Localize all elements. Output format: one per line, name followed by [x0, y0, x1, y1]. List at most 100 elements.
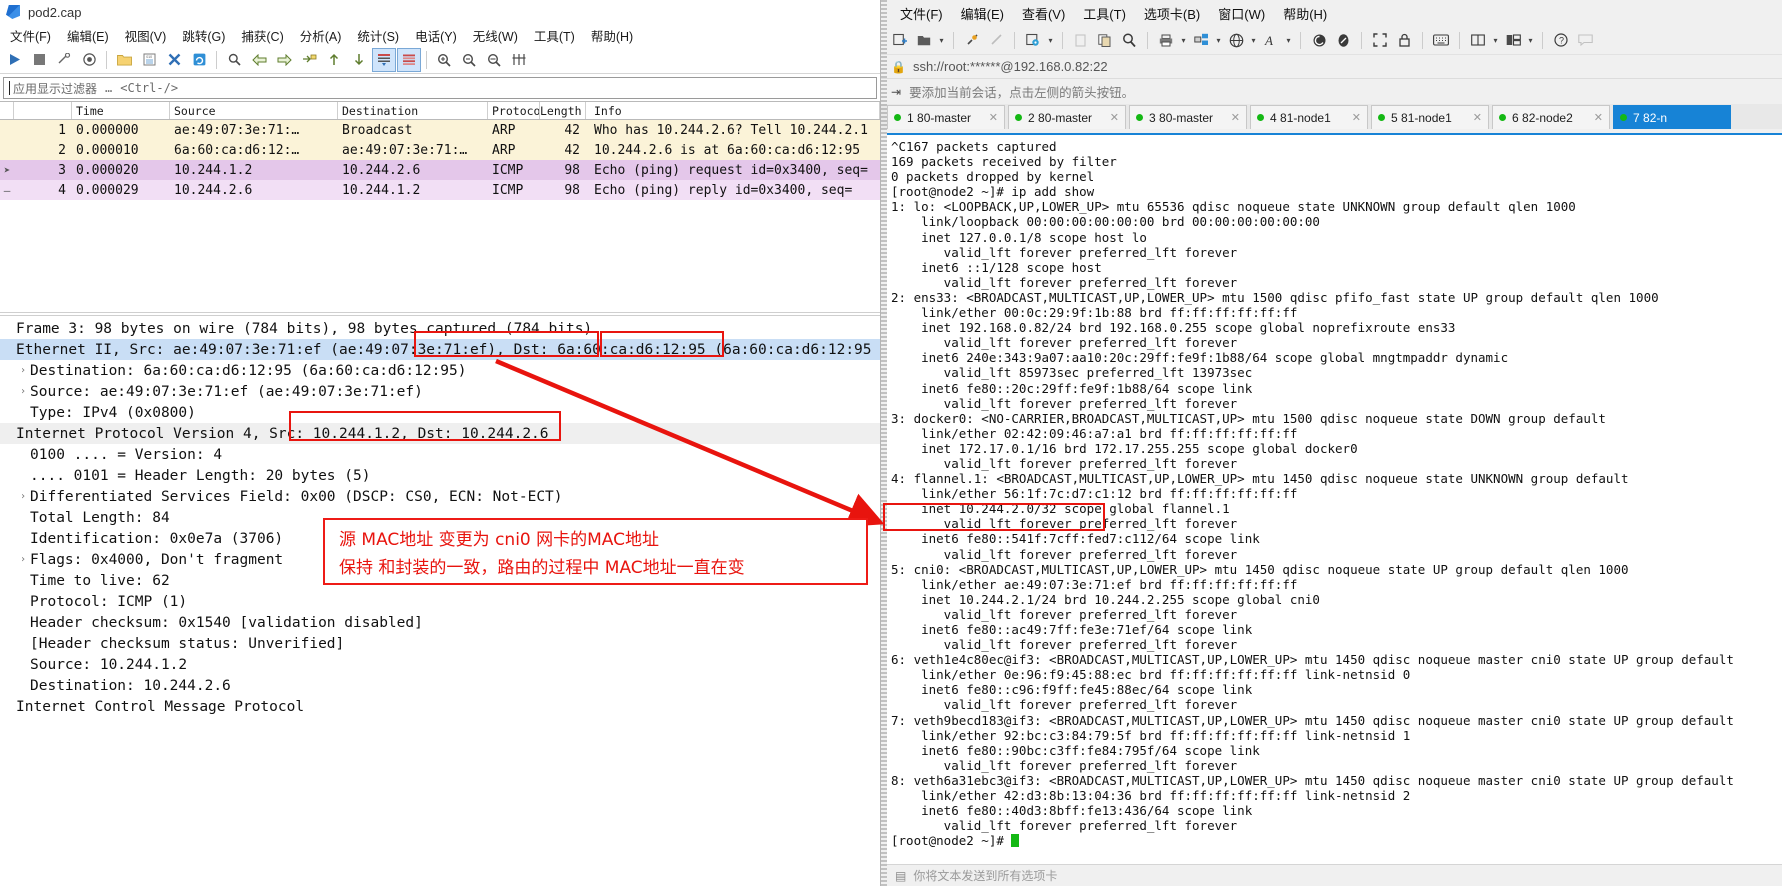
- table-row[interactable]: ➤ 3 0.000020 10.244.1.2 10.244.2.6 ICMP …: [0, 160, 880, 180]
- detail-row-eth-type[interactable]: Type: IPv4 (0x0800): [0, 402, 880, 423]
- transfer-files-icon[interactable]: [1190, 29, 1212, 51]
- chevron-down-icon[interactable]: ▾: [1284, 29, 1293, 51]
- menu-statistics[interactable]: 统计(S): [349, 24, 407, 47]
- session-properties-icon[interactable]: [1022, 29, 1044, 51]
- close-icon[interactable]: ✕: [1463, 111, 1482, 124]
- tab-1-80-master[interactable]: 1 80-master ✕: [887, 105, 1005, 129]
- go-back-icon[interactable]: [247, 48, 271, 72]
- detail-row-frame[interactable]: Frame 3: 98 bytes on wire (784 bits), 98…: [0, 318, 880, 339]
- table-row[interactable]: 1 0.000000 ae:49:07:3e:71:… Broadcast AR…: [0, 120, 880, 140]
- tab-4-81-node1[interactable]: 4 81-node1 ✕: [1250, 105, 1368, 129]
- detail-row-eth-source[interactable]: › Source: ae:49:07:3e:71:ef (ae:49:07:3e:…: [0, 381, 880, 402]
- capture-options-icon[interactable]: [77, 48, 101, 72]
- chevron-down-icon[interactable]: ▾: [937, 29, 946, 51]
- detail-row-ip-header-length[interactable]: .... 0101 = Header Length: 20 bytes (5): [0, 465, 880, 486]
- close-icon[interactable]: ✕: [1584, 111, 1603, 124]
- chevron-down-icon[interactable]: [2, 344, 16, 355]
- column-header-info[interactable]: Info: [586, 102, 880, 119]
- chevron-right-icon[interactable]: [2, 323, 16, 334]
- menu-analyze[interactable]: 分析(A): [292, 24, 350, 47]
- detail-row-ip-version[interactable]: 0100 .... = Version: 4: [0, 444, 880, 465]
- fullscreen-icon[interactable]: [1369, 29, 1391, 51]
- menu-help[interactable]: 帮助(H): [583, 24, 641, 47]
- menu-wireless[interactable]: 无线(W): [465, 24, 526, 47]
- new-session-icon[interactable]: [889, 29, 911, 51]
- tab-6-82-node2[interactable]: 6 82-node2 ✕: [1492, 105, 1610, 129]
- column-header-destination[interactable]: Destination: [338, 102, 488, 119]
- close-icon[interactable]: ✕: [1342, 111, 1361, 124]
- terminal-output[interactable]: ^C167 packets captured 169 packets recei…: [887, 133, 1782, 864]
- xs-menu-tools[interactable]: 工具(T): [1074, 2, 1135, 25]
- globe-icon[interactable]: [1225, 29, 1247, 51]
- reload-file-icon[interactable]: [187, 48, 211, 72]
- auto-scroll-toggle[interactable]: [372, 47, 396, 72]
- menu-go[interactable]: 跳转(G): [174, 24, 233, 47]
- open-session-icon[interactable]: [913, 29, 935, 51]
- display-filter-input[interactable]: 应用显示过滤器 … <Ctrl-/>: [3, 77, 877, 99]
- resize-columns-icon[interactable]: [507, 48, 531, 72]
- tab-2-80-master[interactable]: 2 80-master ✕: [1008, 105, 1126, 129]
- save-file-icon[interactable]: 010: [137, 48, 161, 72]
- chevron-right-icon[interactable]: ›: [16, 365, 30, 376]
- menu-file[interactable]: 文件(F): [2, 24, 59, 47]
- xs-menu-edit[interactable]: 编辑(E): [952, 2, 1013, 25]
- menu-tools[interactable]: 工具(T): [526, 24, 583, 47]
- column-header-source[interactable]: Source: [170, 102, 338, 119]
- copy-icon[interactable]: [1094, 29, 1116, 51]
- xs-menu-view[interactable]: 查看(V): [1013, 2, 1074, 25]
- chevron-right-icon[interactable]: ›: [16, 491, 30, 502]
- menu-edit[interactable]: 编辑(E): [59, 24, 117, 47]
- detail-row-icmp[interactable]: Internet Control Message Protocol: [0, 696, 880, 717]
- column-header-length[interactable]: Length: [540, 102, 586, 119]
- print-icon[interactable]: [1155, 29, 1177, 51]
- tab-7-82-node2-active[interactable]: 7 82-n: [1613, 105, 1731, 129]
- menu-telephony[interactable]: 电话(Y): [407, 24, 465, 47]
- close-icon[interactable]: ✕: [1100, 111, 1119, 124]
- chevron-down-icon[interactable]: ▾: [1179, 29, 1188, 51]
- arrange-icon[interactable]: [1502, 29, 1524, 51]
- help-icon[interactable]: ?: [1550, 29, 1572, 51]
- lock-icon[interactable]: [1393, 29, 1415, 51]
- start-capture-icon[interactable]: [2, 48, 26, 72]
- detail-row-ip-source[interactable]: Source: 10.244.1.2: [0, 654, 880, 675]
- xs-menu-tabs[interactable]: 选项卡(B): [1135, 2, 1209, 25]
- close-icon[interactable]: ✕: [979, 111, 998, 124]
- menu-capture[interactable]: 捕获(C): [233, 24, 291, 47]
- chevron-down-icon[interactable]: ▾: [1491, 29, 1500, 51]
- go-forward-icon[interactable]: [272, 48, 296, 72]
- column-header-no[interactable]: [14, 102, 72, 119]
- zoom-reset-icon[interactable]: [482, 48, 506, 72]
- font-icon[interactable]: A: [1260, 29, 1282, 51]
- menu-view[interactable]: 视图(V): [117, 24, 175, 47]
- restart-capture-icon[interactable]: [52, 48, 76, 72]
- highlight-icon[interactable]: [1332, 29, 1354, 51]
- detail-row-ipv4[interactable]: Internet Protocol Version 4, Src: 10.244…: [0, 423, 880, 444]
- chevron-down-icon[interactable]: ▾: [1214, 29, 1223, 51]
- close-icon[interactable]: ✕: [1221, 111, 1240, 124]
- chevron-down-icon[interactable]: ▾: [1046, 29, 1055, 51]
- stop-capture-icon[interactable]: [27, 48, 51, 72]
- zoom-in-icon[interactable]: [432, 48, 456, 72]
- xs-menu-window[interactable]: 窗口(W): [1209, 2, 1274, 25]
- filter-bookmark-dots[interactable]: …: [105, 81, 112, 95]
- keyboard-icon[interactable]: [1430, 29, 1452, 51]
- detail-row-ip-dsfield[interactable]: › Differentiated Services Field: 0x00 (DS…: [0, 486, 880, 507]
- tab-5-81-node1[interactable]: 5 81-node1 ✕: [1371, 105, 1489, 129]
- add-session-icon[interactable]: ⇥: [891, 85, 901, 99]
- colorize-packets-toggle[interactable]: [397, 47, 421, 72]
- zoom-out-icon[interactable]: [457, 48, 481, 72]
- xshell-address-bar[interactable]: 🔒 ssh://root:******@192.168.0.82:22: [881, 54, 1782, 78]
- detail-row-ip-protocol[interactable]: Protocol: ICMP (1): [0, 591, 880, 612]
- go-to-packet-icon[interactable]: [297, 48, 321, 72]
- table-row[interactable]: 2 0.000010 6a:60:ca:d6:12:… ae:49:07:3e:…: [0, 140, 880, 160]
- table-row[interactable]: – 4 0.000029 10.244.2.6 10.244.1.2 ICMP …: [0, 180, 880, 200]
- detail-row-eth-destination[interactable]: › Destination: 6a:60:ca:d6:12:95 (6a:60:c…: [0, 360, 880, 381]
- connect-icon[interactable]: [961, 29, 983, 51]
- chevron-right-icon[interactable]: ›: [16, 386, 30, 397]
- open-file-icon[interactable]: [112, 48, 136, 72]
- xs-menu-file[interactable]: 文件(F): [891, 2, 952, 25]
- find-packet-icon[interactable]: [222, 48, 246, 72]
- tab-3-80-master[interactable]: 3 80-master ✕: [1129, 105, 1247, 129]
- chevron-down-icon[interactable]: ▾: [1249, 29, 1258, 51]
- detail-row-ip-destination[interactable]: Destination: 10.244.2.6: [0, 675, 880, 696]
